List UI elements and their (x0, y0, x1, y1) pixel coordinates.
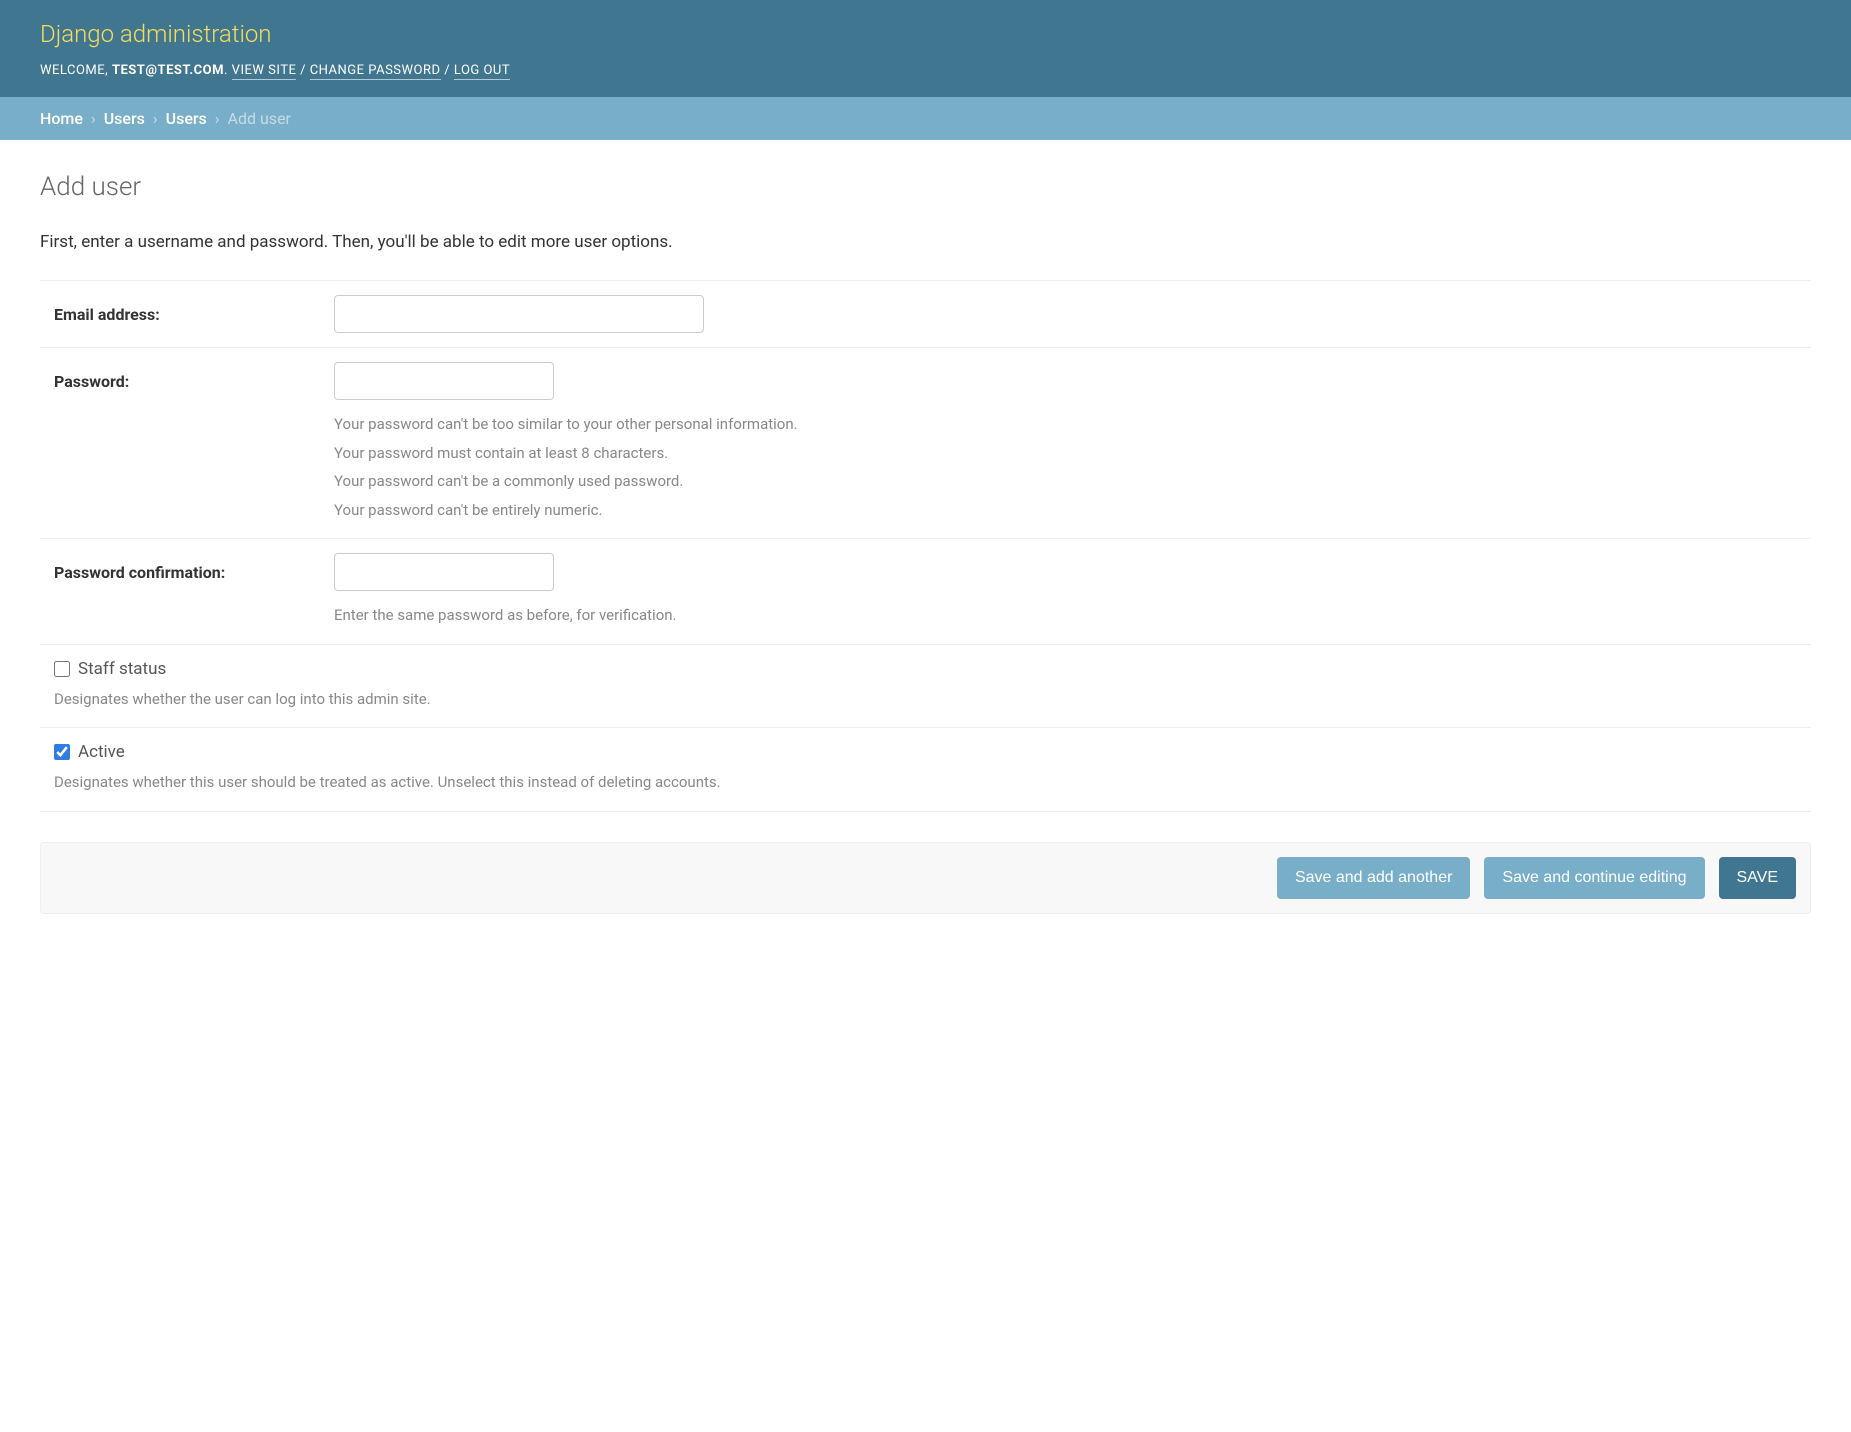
staff-status-label[interactable]: Staff status (78, 659, 166, 679)
active-checkbox[interactable] (54, 744, 70, 760)
site-title: Django administration (40, 15, 1811, 53)
password-help: Your password can't be too similar to yo… (334, 410, 1811, 524)
breadcrumbs: Home › Users › Users › Add user (0, 97, 1851, 140)
save-button[interactable] (1719, 857, 1797, 899)
staff-status-checkbox[interactable] (54, 661, 70, 677)
page-intro: First, enter a username and password. Th… (40, 232, 1811, 252)
password-confirm-help: Enter the same password as before, for v… (334, 601, 1811, 630)
email-row: Email address: (40, 280, 1811, 348)
save-add-another-button[interactable] (1277, 857, 1470, 899)
password-label: Password: (40, 362, 320, 391)
password-confirm-label: Password confirmation: (40, 553, 320, 582)
password-help-line: Your password must contain at least 8 ch… (334, 439, 1811, 468)
breadcrumb-current: Add user (228, 109, 291, 128)
staff-status-help: Designates whether the user can log into… (54, 685, 1797, 714)
add-user-form: Email address: Password: Your password c… (40, 280, 1811, 914)
email-input[interactable] (334, 295, 704, 333)
active-help: Designates whether this user should be t… (54, 768, 1797, 797)
password-row: Password: Your password can't be too sim… (40, 348, 1811, 539)
email-label: Email address: (40, 295, 320, 324)
page-title: Add user (40, 172, 1811, 202)
password-input[interactable] (334, 362, 554, 400)
admin-header: Django administration Welcome, TEST@TEST… (0, 0, 1851, 97)
user-tools: Welcome, TEST@TEST.COM. View site / Chan… (40, 61, 1811, 82)
password-confirm-input[interactable] (334, 553, 554, 591)
change-password-link[interactable]: Change password (310, 63, 441, 80)
password-help-line: Your password can't be a commonly used p… (334, 467, 1811, 496)
view-site-link[interactable]: View site (232, 63, 297, 80)
staff-status-row: Staff status Designates whether the user… (40, 645, 1811, 729)
active-label[interactable]: Active (78, 742, 125, 762)
breadcrumb-model[interactable]: Users (166, 109, 207, 128)
current-user: TEST@TEST.COM (112, 63, 224, 78)
breadcrumb-home[interactable]: Home (40, 109, 83, 128)
active-row: Active Designates whether this user shou… (40, 728, 1811, 812)
password-help-line: Your password can't be entirely numeric. (334, 496, 1811, 525)
breadcrumb-app[interactable]: Users (104, 109, 145, 128)
password-help-line: Your password can't be too similar to yo… (334, 410, 1811, 439)
logout-link[interactable]: Log out (454, 63, 510, 80)
save-continue-button[interactable] (1484, 857, 1704, 899)
submit-row (40, 842, 1811, 914)
password-confirm-row: Password confirmation: Enter the same pa… (40, 539, 1811, 645)
welcome-text: Welcome, (40, 63, 112, 78)
